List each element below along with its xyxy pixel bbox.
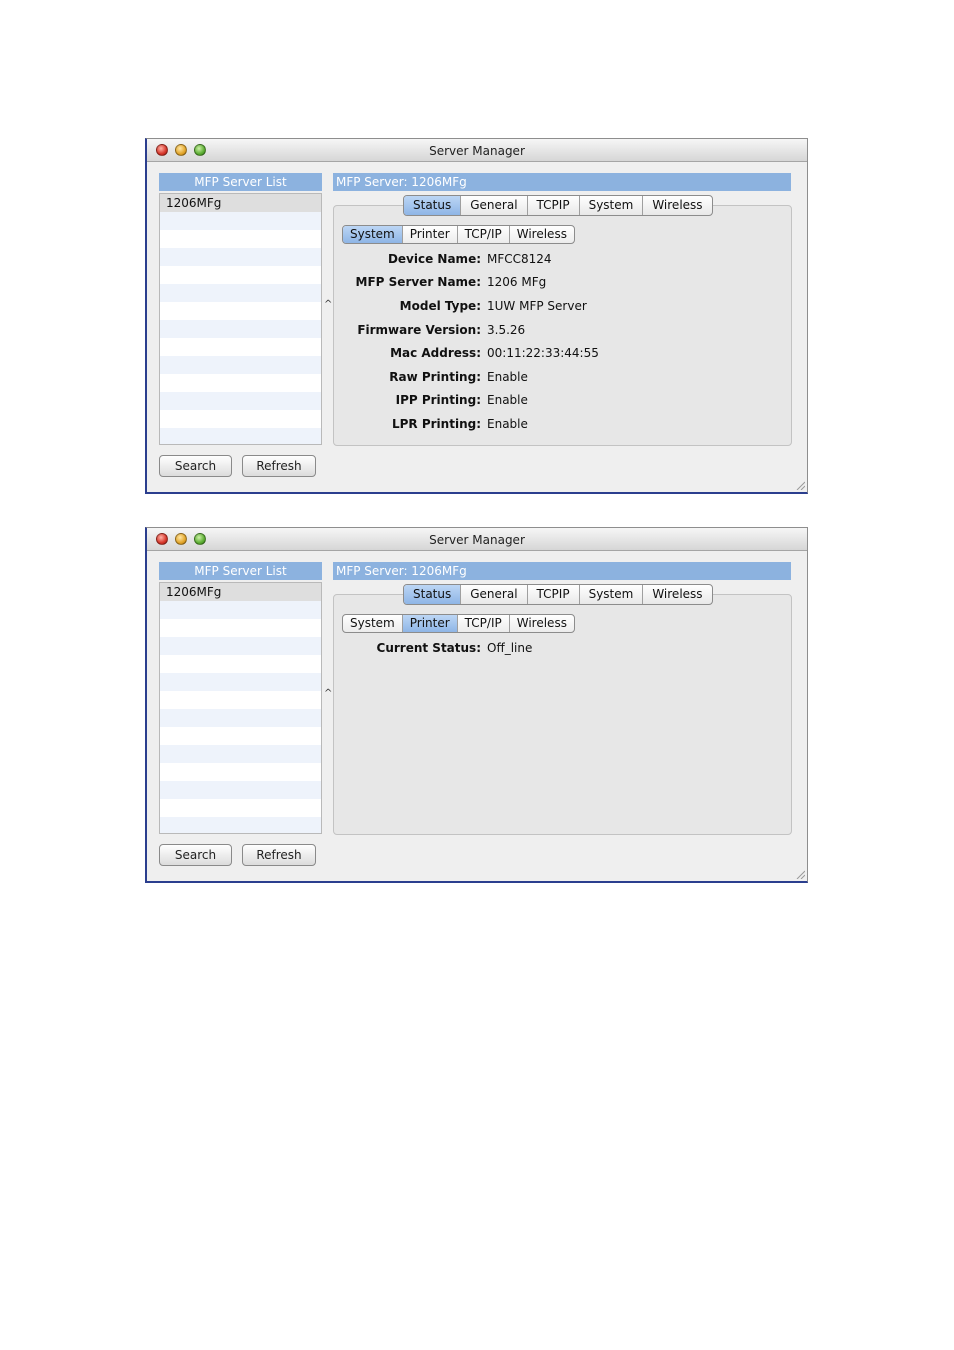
field-label: Firmware Version: [357,322,481,337]
resize-grip-icon[interactable] [795,869,805,879]
tab-wireless[interactable]: Wireless [642,585,711,604]
field-value: 1206 MFg [487,275,547,290]
main-tabs: Status General TCPIP System Wireless [403,584,713,605]
window-title: Server Manager [429,533,525,547]
field-firmware-version: Firmware Version: 3.5.26 [333,318,783,342]
field-model-type: Model Type: 1UW MFP Server [333,294,783,318]
server-list-header: MFP Server List [159,173,322,191]
title-bar[interactable]: Server Manager [147,528,807,551]
field-label: Device Name: [387,251,481,266]
tab-general[interactable]: General [460,585,526,604]
search-button[interactable]: Search [159,455,232,477]
field-mfp-server-name: MFP Server Name: 1206 MFg [333,271,783,295]
server-list[interactable]: 1206MFg [159,582,322,834]
field-value: Enable [487,416,528,431]
field-value: 00:11:22:33:44:55 [487,346,599,361]
server-header: MFP Server: 1206MFg [333,173,791,191]
sub-tabs: System Printer TCP/IP Wireless [342,225,575,244]
field-label: LPR Printing: [391,416,481,431]
tab-system[interactable]: System [578,196,643,215]
field-value: MFCC8124 [487,251,552,266]
field-value: 1UW MFP Server [487,298,587,313]
tab-tcpip[interactable]: TCPIP [526,585,579,604]
tab-tcpip[interactable]: TCPIP [526,196,579,215]
field-ipp-printing: IPP Printing: Enable [333,389,783,413]
tab-status[interactable]: Status [404,196,461,215]
server-list-item[interactable]: 1206MFg [160,583,321,601]
status-fields: Device Name: MFCC8124 MFP Server Name: 1… [333,247,783,436]
subtab-printer[interactable]: Printer [401,226,457,243]
field-value: 3.5.26 [487,322,526,337]
subtab-wireless[interactable]: Wireless [508,226,574,243]
subtab-printer[interactable]: Printer [401,615,457,632]
caret-up-icon: ^ [324,299,333,310]
subtab-tcp-ip[interactable]: TCP/IP [456,226,509,243]
field-current-status: Current Status: Off_line [333,636,783,660]
server-header: MFP Server: 1206MFg [333,562,791,580]
tab-status[interactable]: Status [404,585,461,604]
field-value: Enable [487,369,528,384]
server-manager-window-2: Server Manager MFP Server List 1206MFg ^… [145,527,808,883]
field-value: Off_line [487,640,533,655]
field-label: Mac Address: [390,346,481,361]
resize-grip-icon[interactable] [795,480,805,490]
field-device-name: Device Name: MFCC8124 [333,247,783,271]
status-fields: Current Status: Off_line [333,636,783,660]
field-label: IPP Printing: [395,393,481,408]
subtab-system[interactable]: System [343,226,402,243]
tab-wireless[interactable]: Wireless [642,196,711,215]
field-mac-address: Mac Address: 00:11:22:33:44:55 [333,341,783,365]
field-label: Current Status: [376,640,481,655]
refresh-button[interactable]: Refresh [242,844,316,866]
server-list-item[interactable]: 1206MFg [160,194,321,212]
subtab-system[interactable]: System [343,615,402,632]
main-tabs: Status General TCPIP System Wireless [403,195,713,216]
caret-up-icon: ^ [324,688,333,699]
title-bar[interactable]: Server Manager [147,139,807,162]
refresh-button[interactable]: Refresh [242,455,316,477]
server-list[interactable]: 1206MFg [159,193,322,445]
subtab-tcp-ip[interactable]: TCP/IP [456,615,509,632]
subtab-wireless[interactable]: Wireless [508,615,574,632]
field-raw-printing: Raw Printing: Enable [333,365,783,389]
search-button[interactable]: Search [159,844,232,866]
field-label: MFP Server Name: [355,275,481,290]
server-list-header: MFP Server List [159,562,322,580]
tab-general[interactable]: General [460,196,526,215]
server-manager-window-1: Server Manager MFP Server List 1206MFg ^… [145,138,808,494]
sub-tabs: System Printer TCP/IP Wireless [342,614,575,633]
field-lpr-printing: LPR Printing: Enable [333,412,783,436]
window-title: Server Manager [429,144,525,158]
field-value: Enable [487,393,528,408]
field-label: Raw Printing: [389,369,481,384]
tab-system[interactable]: System [578,585,643,604]
field-label: Model Type: [399,298,481,313]
